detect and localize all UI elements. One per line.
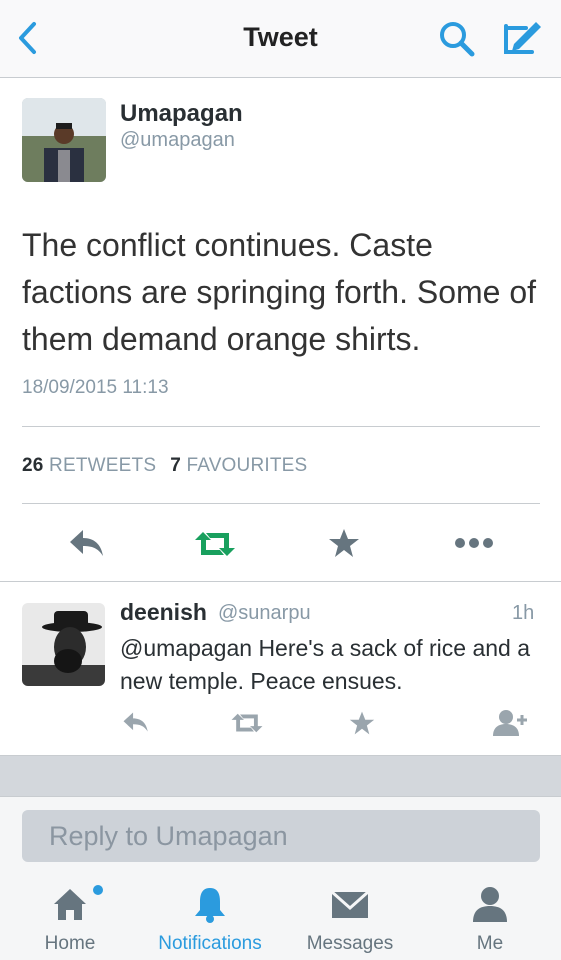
reply-author-name[interactable]: deenish bbox=[120, 599, 207, 626]
author-handle[interactable]: @umapagan bbox=[120, 129, 235, 152]
retweet-icon bbox=[231, 713, 263, 733]
tab-messages-label: Messages bbox=[306, 933, 394, 954]
person-icon bbox=[473, 887, 507, 922]
follow-button[interactable] bbox=[492, 709, 528, 737]
search-icon bbox=[440, 22, 475, 57]
reply-time: 1h bbox=[512, 602, 535, 624]
star-icon bbox=[349, 711, 375, 735]
retweet-icon bbox=[195, 532, 235, 556]
tab-home-label: Home bbox=[44, 933, 96, 954]
reply-retweet-button[interactable] bbox=[230, 712, 264, 734]
tab-me[interactable]: Me bbox=[430, 884, 550, 954]
add-person-icon bbox=[493, 710, 527, 736]
home-icon bbox=[54, 889, 86, 920]
retweet-button[interactable] bbox=[193, 530, 237, 558]
tweet-text: The conflict continues. Caste factions a… bbox=[22, 227, 537, 357]
reply-text: @umapagan Here's a sack of rice and a ne… bbox=[120, 635, 531, 694]
compose-button[interactable] bbox=[500, 18, 544, 58]
reply-input[interactable]: Reply to Umapagan bbox=[22, 810, 540, 862]
retweets-stat[interactable]: 26 RETWEETS bbox=[22, 455, 156, 476]
tab-home[interactable]: Home bbox=[10, 884, 130, 954]
tweet-stats: 26 RETWEETS 7 FAVOURITES bbox=[22, 455, 307, 477]
reply-favourite-button[interactable] bbox=[349, 710, 375, 736]
star-icon bbox=[329, 529, 359, 557]
envelope-icon bbox=[331, 890, 369, 918]
reply-author-handle[interactable]: @sunarpu bbox=[218, 602, 311, 625]
navigation-bar: Tweet bbox=[0, 0, 561, 78]
tweet-timestamp: 18/09/2015 11:13 bbox=[22, 377, 169, 398]
divider bbox=[22, 426, 540, 427]
page-title: Tweet bbox=[243, 22, 318, 52]
tab-me-label: Me bbox=[476, 933, 504, 954]
reply-icon bbox=[123, 712, 148, 732]
separator-band bbox=[0, 755, 561, 797]
favourite-button[interactable] bbox=[328, 527, 360, 559]
author-avatar[interactable] bbox=[22, 98, 106, 182]
reply-avatar[interactable] bbox=[22, 603, 105, 686]
more-icon bbox=[455, 538, 493, 548]
reply-input-placeholder: Reply to Umapagan bbox=[49, 821, 288, 851]
bell-icon bbox=[195, 888, 225, 923]
favourites-count: 7 bbox=[170, 455, 181, 476]
tab-notifications[interactable]: Notifications bbox=[150, 884, 270, 954]
unread-dot-icon bbox=[93, 885, 103, 895]
favourites-label: FAVOURITES bbox=[186, 455, 308, 476]
tab-messages[interactable]: Messages bbox=[290, 884, 410, 954]
divider bbox=[22, 503, 540, 504]
author-name[interactable]: Umapagan bbox=[120, 100, 243, 128]
reply-reply-button[interactable] bbox=[122, 711, 150, 733]
reply-icon bbox=[70, 530, 103, 556]
compose-icon bbox=[504, 22, 541, 54]
search-button[interactable] bbox=[438, 20, 476, 58]
reply-button[interactable] bbox=[68, 528, 106, 558]
retweets-label: RETWEETS bbox=[49, 455, 157, 476]
tab-notifications-label: Notifications bbox=[158, 933, 262, 954]
retweets-count: 26 bbox=[22, 455, 44, 476]
more-button[interactable] bbox=[454, 536, 494, 550]
divider bbox=[0, 581, 561, 582]
favourites-stat[interactable]: 7 FAVOURITES bbox=[170, 455, 307, 476]
